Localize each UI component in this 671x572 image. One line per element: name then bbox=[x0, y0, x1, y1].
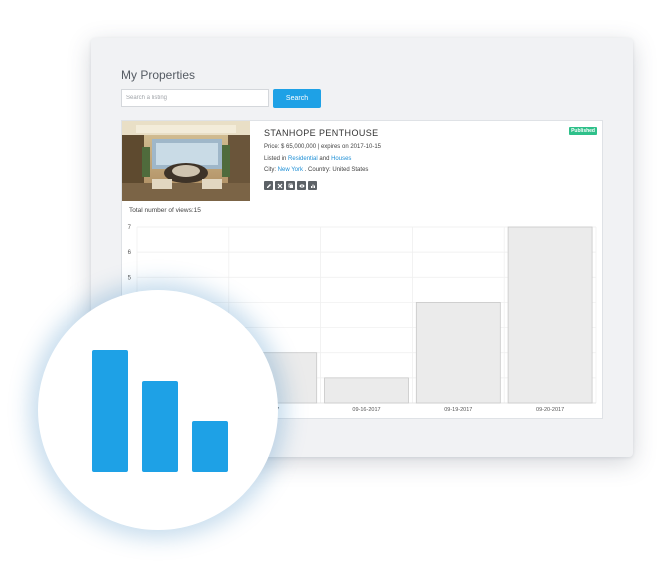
listing-title[interactable]: STANHOPE PENTHOUSE bbox=[264, 128, 379, 138]
category-link-residential[interactable]: Residential bbox=[288, 156, 318, 162]
view-icon bbox=[299, 183, 304, 188]
edit-icon bbox=[266, 183, 271, 188]
listed-in-prefix: Listed in bbox=[264, 156, 287, 162]
and-text: and bbox=[319, 156, 330, 162]
copy-button[interactable] bbox=[286, 181, 295, 190]
copy-icon bbox=[288, 183, 293, 188]
bar-09-19-2017 bbox=[415, 302, 501, 404]
delete-icon bbox=[277, 183, 282, 188]
listing-photo-image bbox=[122, 121, 250, 201]
page-title: My Properties bbox=[121, 68, 196, 82]
x-tick-label: 09-20-2017 bbox=[536, 407, 564, 413]
y-tick-label: 5 bbox=[128, 275, 132, 281]
y-tick-label: 6 bbox=[128, 250, 132, 256]
view-button[interactable] bbox=[297, 181, 306, 190]
listing-price-line: Price: $ 65,000,000 | expires on 2017-10… bbox=[264, 144, 381, 150]
separator: | bbox=[317, 144, 320, 150]
bar-chart-icon-bar bbox=[92, 350, 128, 472]
listing-photo[interactable] bbox=[122, 121, 250, 201]
listing-category-line: Listed in Residential and Houses bbox=[264, 156, 351, 162]
city-label: City: bbox=[264, 167, 276, 173]
delete-button[interactable] bbox=[275, 181, 284, 190]
country-text: . Country: United States bbox=[304, 167, 369, 173]
search-input[interactable] bbox=[121, 89, 269, 107]
y-tick-label: 7 bbox=[128, 225, 132, 231]
bar-chart-icon-bar bbox=[192, 421, 228, 472]
category-link-houses[interactable]: Houses bbox=[331, 156, 351, 162]
listing-location-line: City: New York . Country: United States bbox=[264, 167, 368, 173]
views-total-label: Total number of views:15 bbox=[129, 207, 201, 214]
price-value: $ 65,000,000 bbox=[281, 144, 317, 150]
x-tick-label: 09-16-2017 bbox=[352, 407, 380, 413]
city-link[interactable]: New York bbox=[278, 167, 303, 173]
bar-09-20-2017 bbox=[507, 226, 593, 404]
price-label: Price: bbox=[264, 144, 280, 150]
expires-text: expires on 2017-10-15 bbox=[320, 144, 382, 150]
edit-button[interactable] bbox=[264, 181, 273, 190]
stats-icon bbox=[310, 184, 315, 188]
bar-chart-icon-bar bbox=[142, 380, 178, 472]
listing-actions bbox=[264, 181, 317, 190]
bar-chart-badge bbox=[38, 290, 278, 530]
bar-09-16-2017 bbox=[324, 377, 409, 404]
search-button[interactable]: Search bbox=[273, 89, 321, 108]
x-tick-label: 09-19-2017 bbox=[444, 407, 472, 413]
status-badge: Published bbox=[569, 127, 597, 135]
stats-button[interactable] bbox=[308, 181, 317, 190]
